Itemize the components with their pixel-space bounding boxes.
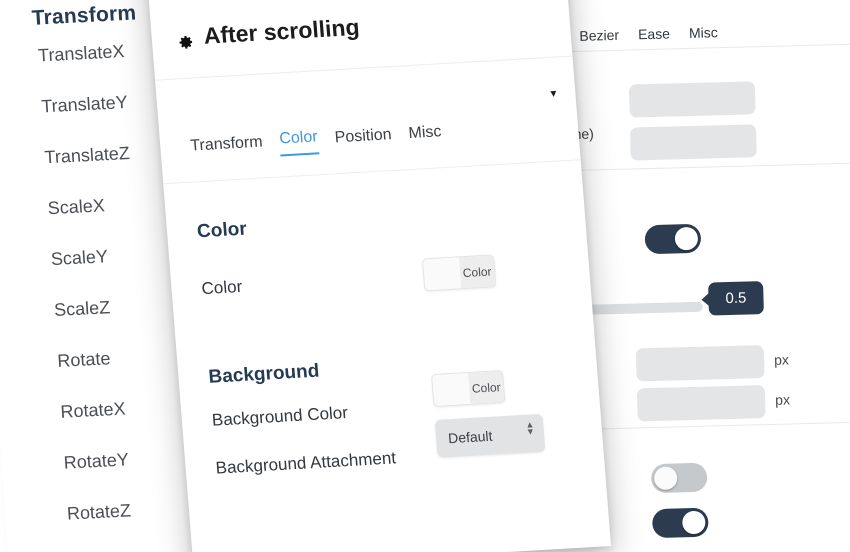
toggle-knob xyxy=(674,226,699,251)
toggle-knob xyxy=(653,466,678,491)
color-swatch[interactable] xyxy=(422,257,462,291)
select-background-attachment[interactable]: Default ▲ ▼ xyxy=(434,413,546,458)
slider-value-tooltip: 0.5 xyxy=(708,281,764,316)
select-value: Default xyxy=(447,427,494,447)
tab-ease[interactable]: Ease xyxy=(638,25,670,47)
after-scrolling-modal: isc After scrolling ▼ Transform Color Po… xyxy=(145,0,612,552)
toggle-switch-pin[interactable] xyxy=(650,462,708,494)
size-input-1[interactable] xyxy=(635,345,765,382)
size-input-2[interactable] xyxy=(636,385,766,422)
stepper-arrows-icon[interactable]: ▲ ▼ xyxy=(525,419,535,436)
text-input-2[interactable] xyxy=(629,124,757,161)
tab-misc[interactable]: Misc xyxy=(689,24,718,46)
modal-tab-transform[interactable]: Transform xyxy=(190,134,264,162)
section-heading-color: Color xyxy=(196,218,248,243)
app-canvas: Transform TranslateX TranslateY Translat… xyxy=(0,0,850,552)
clipped-misc-label: isc xyxy=(243,0,259,2)
sidebar-item-rotatez[interactable]: RotateZ xyxy=(3,482,196,543)
color-picker-color[interactable]: Color xyxy=(421,254,497,292)
unit-label-px-1: px xyxy=(773,351,790,368)
color-picker-label: Color xyxy=(468,371,505,404)
modal-title-text: After scrolling xyxy=(202,13,361,49)
modal-tab-misc[interactable]: Misc xyxy=(408,123,443,149)
tab-bezier[interactable]: Bezier xyxy=(579,27,619,49)
color-swatch[interactable] xyxy=(432,373,471,406)
toggle-switch-pushfollowers[interactable] xyxy=(651,507,709,539)
toggle-knob xyxy=(682,510,706,535)
section-heading-background: Background xyxy=(207,360,321,388)
toggle-switch-1[interactable] xyxy=(644,223,702,255)
row-label-color: Color xyxy=(200,276,243,299)
unit-label-px-2: px xyxy=(774,391,791,408)
gear-icon xyxy=(176,29,194,49)
chevron-down-icon[interactable]: ▼ xyxy=(548,88,559,100)
color-picker-background[interactable]: Color xyxy=(431,369,506,408)
modal-tabs: Transform Color Position Misc xyxy=(190,121,443,161)
modal-tab-position[interactable]: Position xyxy=(334,126,393,153)
row-label-background-color: Background Color xyxy=(211,403,349,430)
text-input-1[interactable] xyxy=(628,81,756,118)
divider xyxy=(155,55,573,81)
color-picker-label: Color xyxy=(458,255,496,289)
divider xyxy=(163,159,581,185)
modal-title: After scrolling xyxy=(176,14,361,51)
row-label-background-attachment: Background Attachment xyxy=(214,448,397,478)
modal-tab-color[interactable]: Color xyxy=(278,128,319,157)
